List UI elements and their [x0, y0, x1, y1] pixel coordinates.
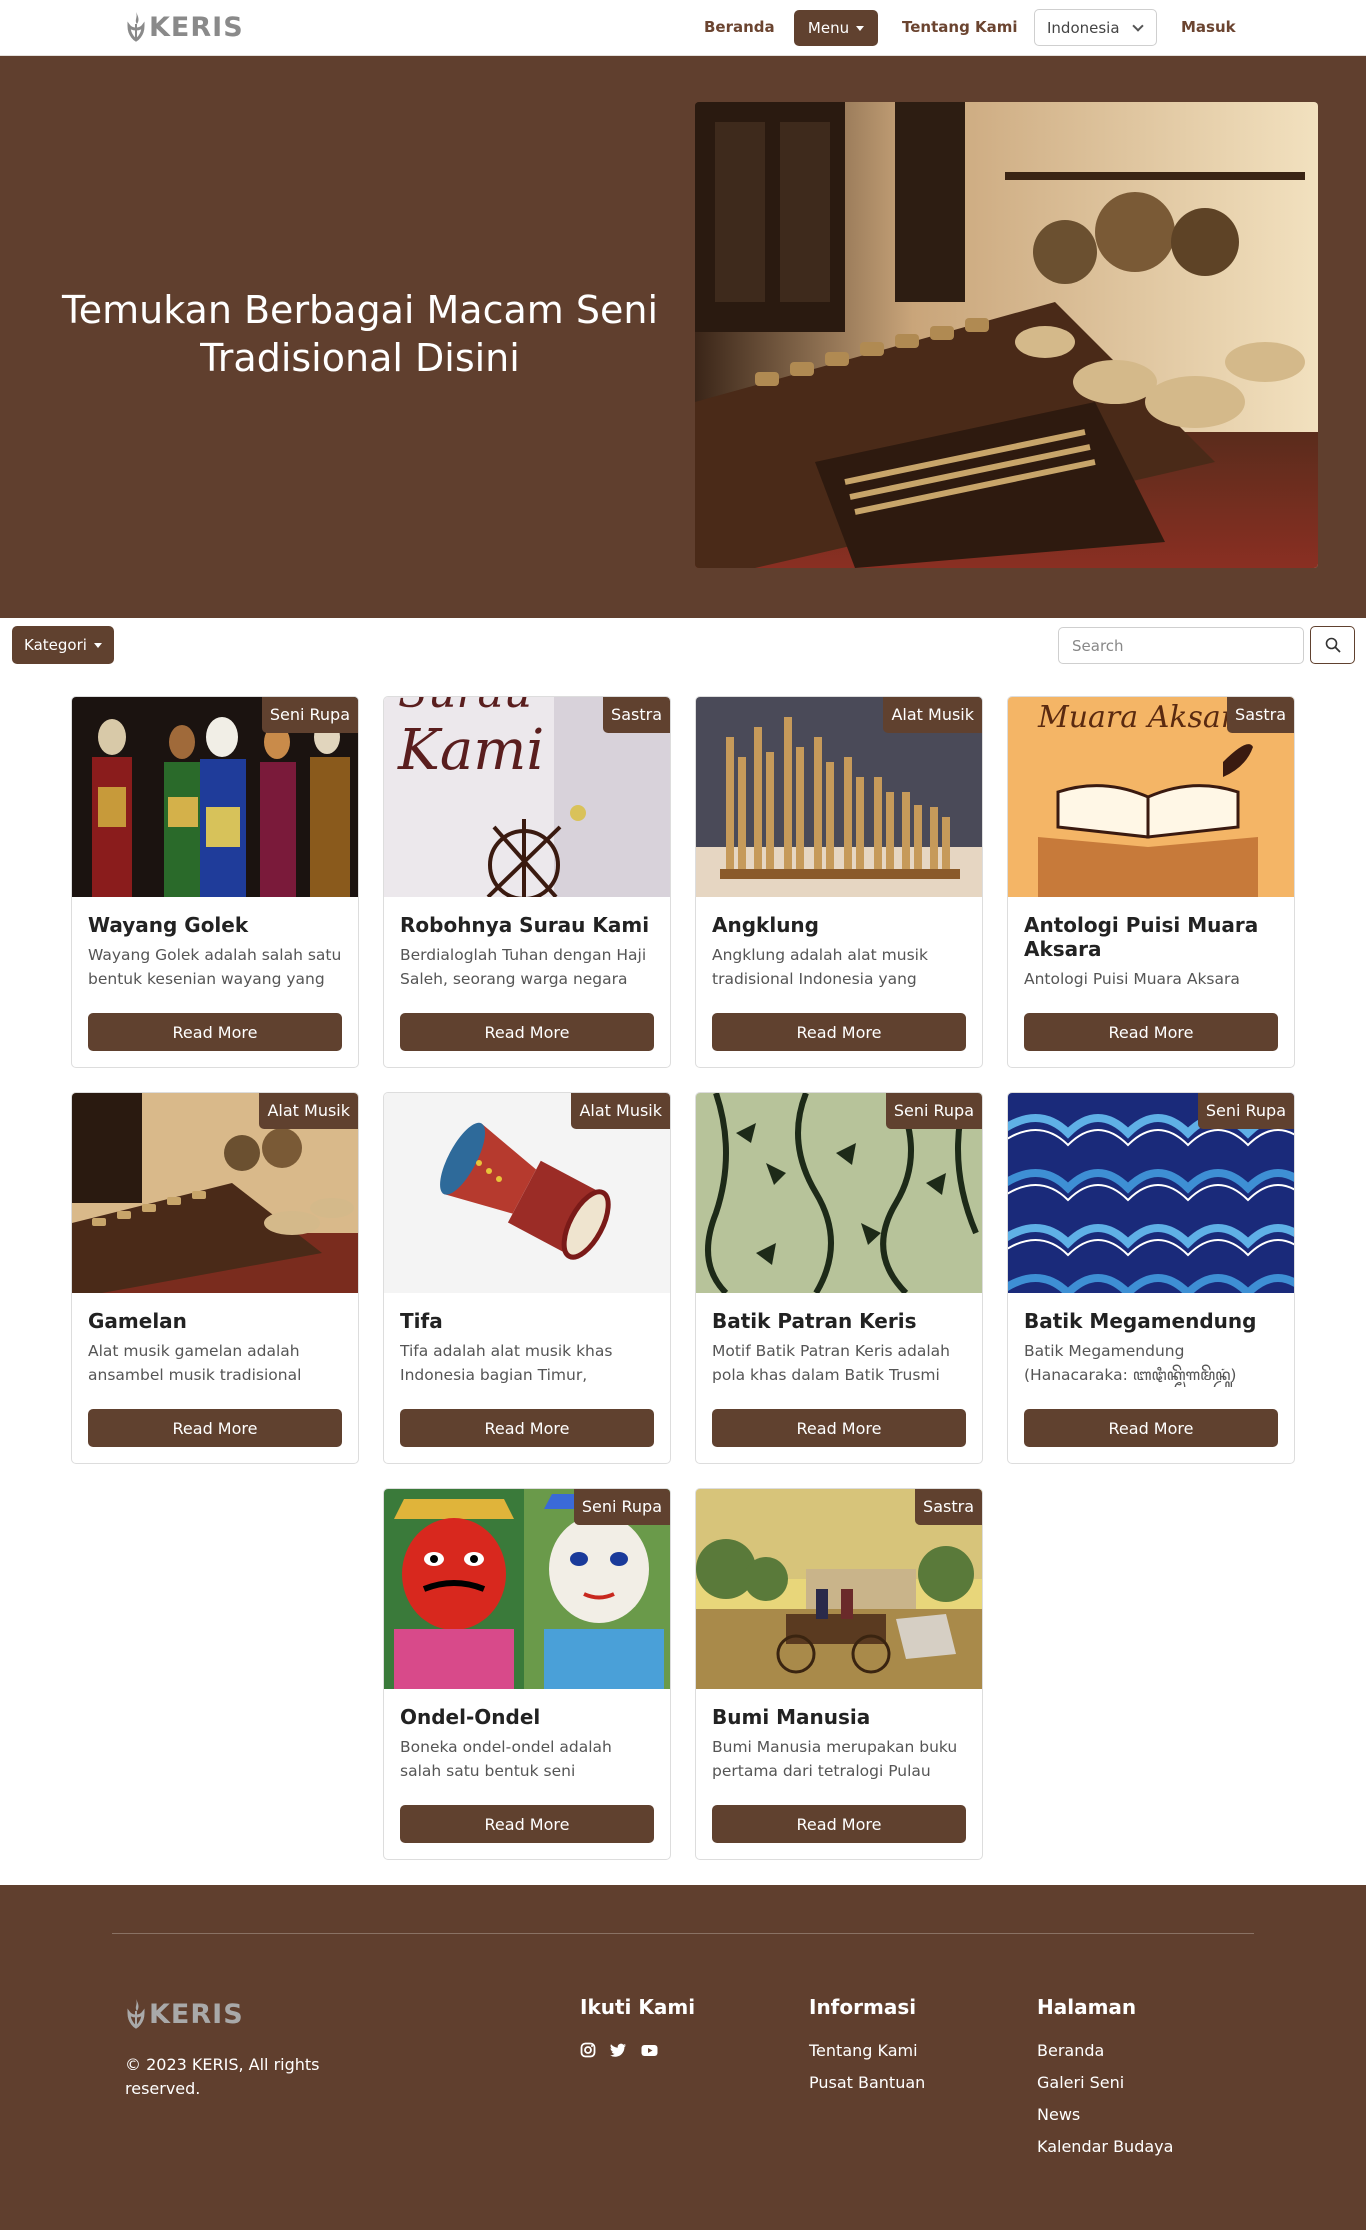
art-card: Seni Rupa Batik Patran Keris Motif Batik… [695, 1092, 983, 1464]
svg-text:Kami: Kami [397, 718, 544, 783]
copyright-text: © 2023 KERIS, All rights reserved. [125, 2055, 320, 2098]
card-title: Batik Patran Keris [712, 1309, 917, 1333]
card-description: Bumi Manusia merupakan buku pertama dari… [712, 1738, 958, 1780]
read-more-button[interactable]: Read More [88, 1409, 342, 1447]
category-badge: Alat Musik [571, 1093, 670, 1129]
follow-heading: Ikuti Kami [580, 1995, 696, 2019]
card-title: Batik Megamendung [1024, 1309, 1257, 1333]
search-input[interactable]: Search [1058, 627, 1304, 664]
art-card: Alat Musik Gamelan Alat musik gamelan ad… [71, 1092, 359, 1464]
card-description: Motif Batik Patran Keris adalah pola kha… [712, 1342, 950, 1384]
footer-divider [112, 1933, 1254, 1934]
navbar: KERIS Beranda Menu Tentang Kami Indonesi… [0, 0, 1366, 56]
art-card: Sastra Bumi Manusia Bumi Manusia merupak… [695, 1488, 983, 1860]
language-select[interactable]: Indonesia [1034, 9, 1157, 46]
youtube-icon[interactable] [641, 2044, 658, 2057]
pages-heading: Halaman [1037, 1995, 1137, 2019]
art-card: Seni Rupa Ondel-Ondel Boneka ondel-ondel… [383, 1488, 671, 1860]
footer-brand-logo[interactable]: KERIS [125, 1997, 244, 2031]
category-badge: Seni Rupa [1197, 1093, 1294, 1129]
category-badge: Alat Musik [259, 1093, 358, 1129]
svg-text:Muara Aksara: Muara Aksara [1037, 700, 1253, 735]
gamelan-hero-image [695, 102, 1318, 568]
art-card: Alat Musik Tifa Tifa adalah alat musik k… [383, 1092, 671, 1464]
category-badge: Alat Musik [883, 697, 982, 733]
nav-menu-dropdown[interactable]: Menu [794, 10, 878, 46]
card-title: Gamelan [88, 1309, 187, 1333]
footer: KERIS © 2023 KERIS, All rights reserved.… [0, 1885, 1366, 2230]
footer-link-home[interactable]: Beranda [1037, 2041, 1104, 2060]
caret-down-icon [93, 642, 102, 648]
card-title: Tifa [400, 1309, 443, 1333]
search-icon [1325, 637, 1341, 653]
card-title: Wayang Golek [88, 913, 249, 937]
read-more-button[interactable]: Read More [712, 1013, 966, 1051]
card-description: Antologi Puisi Muara Aksara [1024, 970, 1240, 988]
read-more-button[interactable]: Read More [400, 1805, 654, 1843]
footer-link-gallery[interactable]: Galeri Seni [1037, 2073, 1124, 2092]
art-card: Surau Kami Sastra Robohnya Surau Kami Be… [383, 696, 671, 1068]
footer-brand-name: KERIS [149, 1998, 244, 2030]
instagram-icon[interactable] [580, 2042, 596, 2058]
read-more-button[interactable]: Read More [1024, 1013, 1278, 1051]
footer-link-news[interactable]: News [1037, 2105, 1080, 2124]
card-title: Bumi Manusia [712, 1705, 871, 1729]
card-description: Tifa adalah alat musik khas Indonesia ba… [400, 1342, 613, 1384]
category-badge: Sastra [1227, 697, 1294, 733]
search-button[interactable] [1310, 626, 1355, 664]
brand-logo[interactable]: KERIS [125, 10, 244, 44]
category-button-label: Kategori [24, 636, 87, 654]
card-description: Alat musik gamelan adalah ansambel musik… [88, 1342, 302, 1384]
art-card: Muara Aksara Sastra Antologi Puisi Muara… [1007, 696, 1295, 1068]
social-links [580, 2042, 658, 2058]
category-badge: Sastra [915, 1489, 982, 1525]
brand-name: KERIS [149, 11, 244, 43]
art-card: Seni Rupa Batik Megamendung Batik Megame… [1007, 1092, 1295, 1464]
hero-title: Temukan Berbagai Macam Seni Tradisional … [61, 288, 659, 380]
card-title: Robohnya Surau Kami [400, 913, 650, 937]
nav-about-link[interactable]: Tentang Kami [902, 18, 1018, 36]
read-more-button[interactable]: Read More [712, 1409, 966, 1447]
footer-link-calendar[interactable]: Kalendar Budaya [1037, 2137, 1173, 2156]
language-selected-value: Indonesia [1047, 18, 1120, 37]
footer-link-help[interactable]: Pusat Bantuan [809, 2073, 925, 2092]
card-title: Angklung [712, 913, 819, 937]
card-description: Batik Megamendung (Hanacaraka: ꦧꦛꦶꦏ꧀ꦩꦼꦒꦩ… [1024, 1342, 1237, 1384]
hero-section: Temukan Berbagai Macam Seni Tradisional … [0, 56, 1366, 618]
art-card: Alat Musik Angklung Angklung adalah alat… [695, 696, 983, 1068]
card-description: Angklung adalah alat musik tradisional I… [712, 946, 928, 988]
card-description: Berdialoglah Tuhan dengan Haji Saleh, se… [400, 946, 647, 988]
read-more-button[interactable]: Read More [400, 1409, 654, 1447]
hero-carousel[interactable] [695, 102, 1318, 568]
twitter-icon[interactable] [610, 2043, 627, 2058]
nav-home-link[interactable]: Beranda [704, 18, 775, 36]
card-description: Wayang Golek adalah salah satu bentuk ke… [88, 946, 342, 988]
nav-login-link[interactable]: Masuk [1181, 18, 1236, 36]
read-more-button[interactable]: Read More [400, 1013, 654, 1051]
caret-down-icon [856, 25, 865, 31]
read-more-button[interactable]: Read More [1024, 1409, 1278, 1447]
card-title: Ondel-Ondel [400, 1705, 541, 1729]
chevron-down-icon [1132, 20, 1144, 32]
category-badge: Sastra [603, 697, 670, 733]
card-description: Boneka ondel-ondel adalah salah satu ben… [400, 1738, 612, 1780]
category-badge: Seni Rupa [573, 1489, 670, 1525]
art-card: Seni Rupa Wayang Golek Wayang Golek adal… [71, 696, 359, 1068]
keris-logo-icon [127, 1999, 145, 2029]
footer-link-about[interactable]: Tentang Kami [809, 2041, 918, 2060]
read-more-button[interactable]: Read More [88, 1013, 342, 1051]
read-more-button[interactable]: Read More [712, 1805, 966, 1843]
card-title: Antologi Puisi Muara Aksara [1024, 913, 1259, 961]
keris-logo-icon [127, 12, 145, 42]
category-badge: Seni Rupa [261, 697, 358, 733]
category-badge: Seni Rupa [885, 1093, 982, 1129]
nav-menu-label: Menu [807, 19, 850, 37]
svg-text:Surau: Surau [398, 697, 532, 718]
category-dropdown-button[interactable]: Kategori [12, 626, 114, 664]
info-heading: Informasi [809, 1995, 917, 2019]
search-placeholder: Search [1072, 636, 1124, 655]
